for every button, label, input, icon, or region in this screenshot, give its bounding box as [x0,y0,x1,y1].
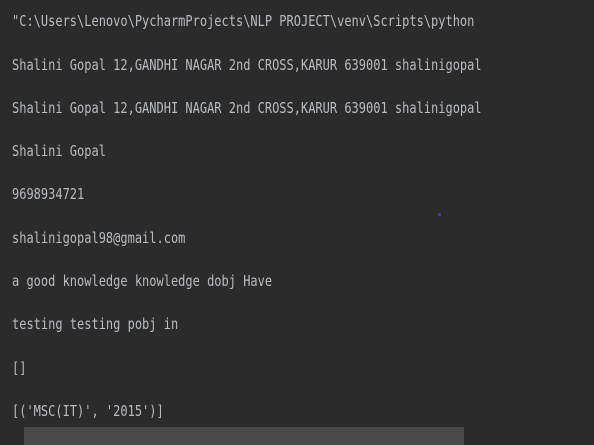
console-line-output: a good knowledge knowledge dobj Have [12,272,273,290]
console-line-output: shalinigopal98@gmail.com [12,229,186,247]
run-console-output: "C:\Users\Lenovo\PycharmProjects\NLP PRO… [0,0,594,445]
console-line-output: Shalini Gopal 12,GANDHI NAGAR 2nd CROSS,… [12,99,482,117]
console-line-output: Shalini Gopal 12,GANDHI NAGAR 2nd CROSS,… [12,56,482,74]
console-line-output: Shalini Gopal [12,142,106,160]
console-line-output: [] [12,359,27,377]
console-line-output: testing testing pobj in [12,315,179,333]
mouse-cursor-dot [438,213,441,216]
console-line-command: "C:\Users\Lenovo\PycharmProjects\NLP PRO… [12,12,475,30]
console-line-output: 9698934721 [12,185,85,203]
horizontal-scrollbar[interactable] [24,427,464,445]
console-line-output: [('MSC(IT)', '2015')] [12,402,164,420]
